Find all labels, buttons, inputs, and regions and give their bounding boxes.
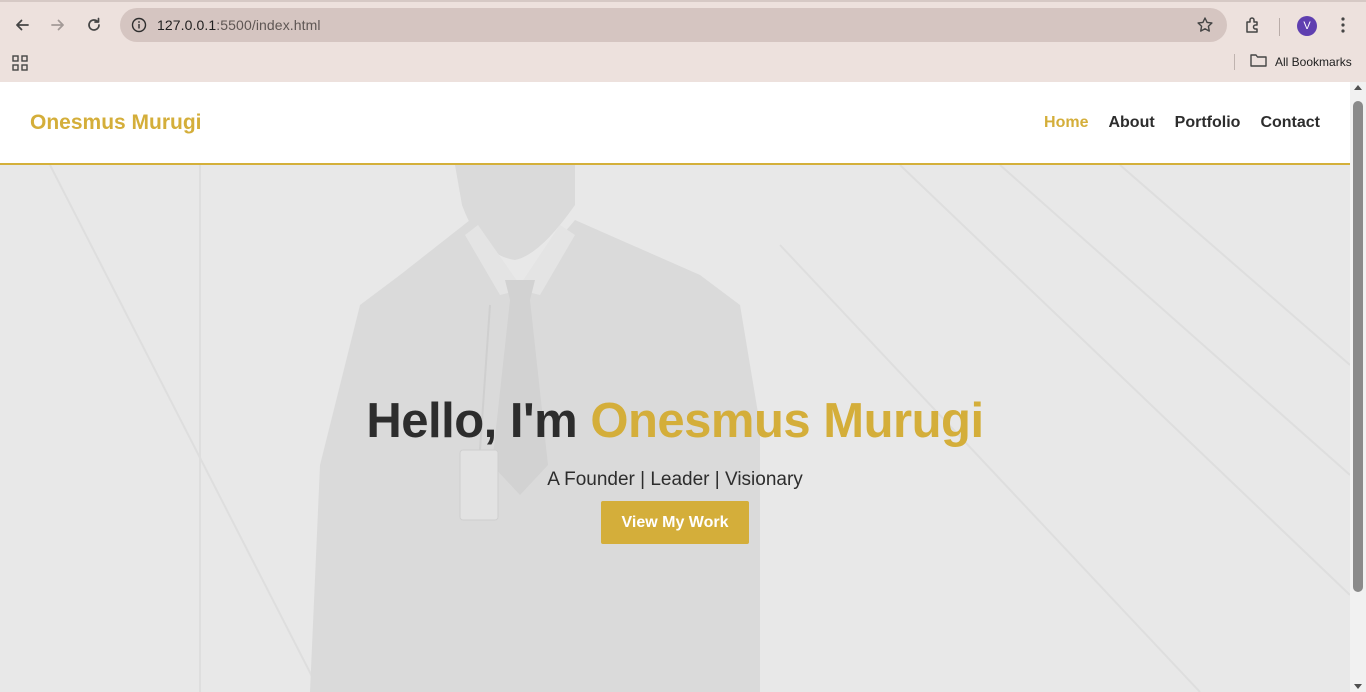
hero-name: Onesmus Murugi — [590, 394, 984, 448]
all-bookmarks-label: All Bookmarks — [1275, 54, 1352, 69]
url-host: 127.0.0.1 — [157, 17, 217, 33]
browser-toolbar: 127.0.0.1:5500/index.html V — [0, 2, 1366, 48]
site-nav: Home About Portfolio Contact — [1044, 114, 1320, 132]
nav-link-home[interactable]: Home — [1044, 114, 1088, 132]
menu-icon[interactable] — [1332, 14, 1354, 36]
site-info-icon[interactable] — [128, 14, 150, 36]
url-text[interactable]: 127.0.0.1:5500/index.html — [157, 17, 321, 33]
site-logo[interactable]: Onesmus Murugi — [30, 111, 202, 135]
scroll-down-arrow-icon[interactable] — [1354, 684, 1362, 689]
nav-link-contact[interactable]: Contact — [1260, 114, 1320, 132]
view-my-work-button[interactable]: View My Work — [601, 501, 749, 544]
hero-subtitle: A Founder | Leader | Visionary — [547, 469, 803, 490]
extensions-icon[interactable] — [1242, 14, 1264, 36]
nav-link-about[interactable]: About — [1108, 114, 1154, 132]
profile-avatar[interactable]: V — [1297, 16, 1317, 36]
apps-grid-icon[interactable] — [11, 54, 29, 72]
folder-icon — [1250, 53, 1267, 70]
forward-icon[interactable] — [45, 12, 71, 38]
url-path: :5500/index.html — [216, 17, 321, 33]
back-icon[interactable] — [9, 12, 35, 38]
page-viewport: Onesmus Murugi Home About Portfolio Cont… — [0, 82, 1366, 692]
hero-section: Hello, I'm Onesmus Murugi A Founder | Le… — [0, 165, 1350, 692]
toolbar-separator — [1279, 18, 1280, 36]
address-bar[interactable]: 127.0.0.1:5500/index.html — [120, 8, 1227, 42]
site-header: Onesmus Murugi Home About Portfolio Cont… — [0, 82, 1350, 165]
bookmarks-bar: All Bookmarks — [0, 48, 1366, 82]
scroll-up-arrow-icon[interactable] — [1354, 85, 1362, 90]
bookmark-star-icon[interactable] — [1195, 15, 1215, 35]
scroll-thumb[interactable] — [1353, 101, 1363, 592]
nav-link-portfolio[interactable]: Portfolio — [1175, 114, 1241, 132]
bookmarks-separator — [1234, 54, 1235, 70]
all-bookmarks-button[interactable]: All Bookmarks — [1250, 53, 1352, 70]
page-scrollbar[interactable] — [1350, 82, 1366, 692]
reload-icon[interactable] — [81, 12, 107, 38]
hero-heading: Hello, I'm Onesmus Murugi — [0, 393, 1350, 449]
hero-greeting: Hello, I'm — [366, 394, 578, 448]
